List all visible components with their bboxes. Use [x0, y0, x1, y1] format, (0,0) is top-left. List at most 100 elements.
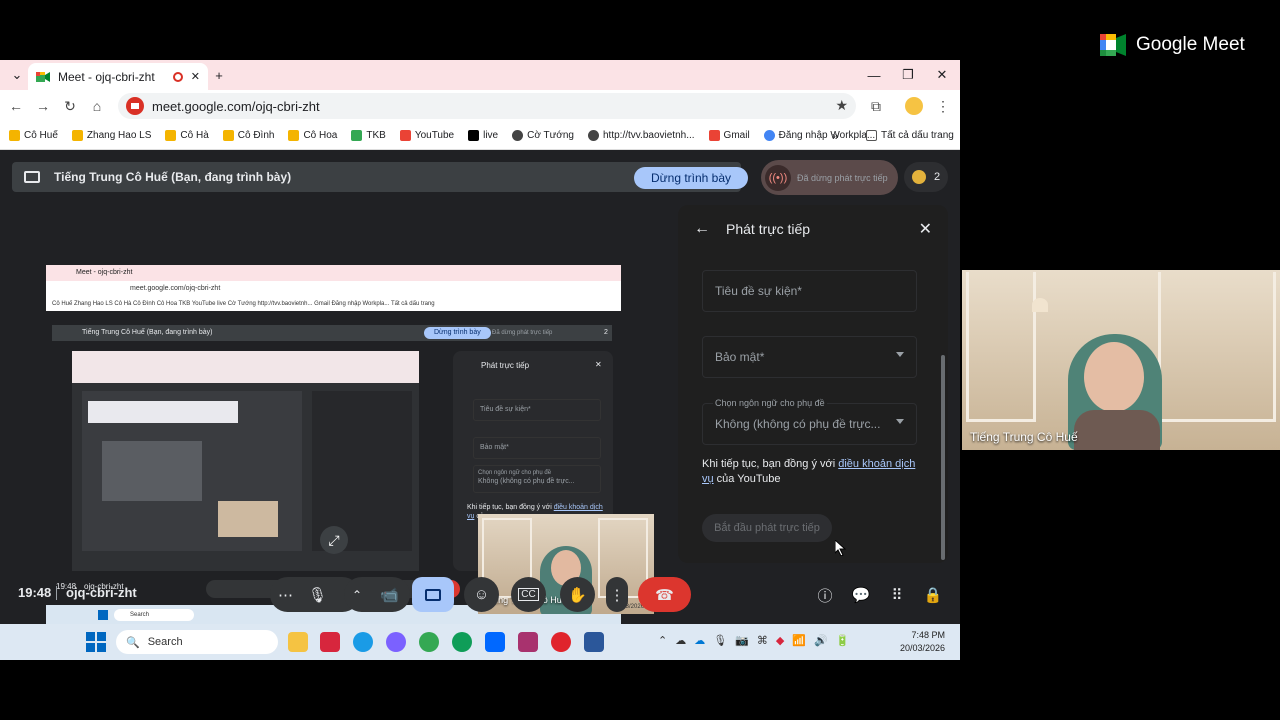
nested-terms-link: điều khoản dịch: [553, 504, 603, 511]
bookmark-item[interactable]: Cô Huế: [9, 130, 58, 141]
recording-indicator-icon: [172, 71, 183, 82]
forward-icon[interactable]: →: [33, 96, 53, 116]
browser-toolbar: ← → ↻ ⌂ meet.google.com/ojq-cbri-zht ★ ⧉…: [0, 90, 960, 122]
close-window-icon[interactable]: ✕: [925, 60, 959, 90]
nested-recursive-screen: [72, 351, 419, 571]
bookmark-item[interactable]: Cô Hoa: [288, 130, 337, 141]
chevron-down-icon: [896, 419, 904, 424]
windows-start-icon[interactable]: [86, 632, 106, 652]
panel-close-icon[interactable]: ✕: [919, 219, 932, 239]
wifi-icon[interactable]: 📶: [792, 634, 806, 647]
chrome-profile-icon[interactable]: [452, 632, 472, 652]
stop-presenting-button[interactable]: Dừng trình bày: [634, 167, 748, 189]
bookmark-item[interactable]: Cờ Tướng: [512, 130, 574, 141]
tab-close-icon[interactable]: ✕: [191, 70, 200, 83]
wps-icon[interactable]: [320, 632, 340, 652]
leave-call-button[interactable]: ☎: [638, 577, 691, 612]
start-streaming-button[interactable]: Bắt đầu phát trực tiếp: [702, 514, 832, 542]
chevron-up-icon[interactable]: ⌃: [352, 588, 362, 602]
chevron-up-icon[interactable]: ⌃: [658, 634, 667, 647]
meeting-info-icon[interactable]: ⓘ: [814, 584, 836, 606]
chrome-icon[interactable]: [419, 632, 439, 652]
bookmark-item[interactable]: Cô Đình: [222, 130, 274, 141]
restore-icon[interactable]: ❐: [891, 60, 925, 90]
captions-button[interactable]: CC: [511, 577, 546, 612]
profile-avatar[interactable]: [904, 96, 924, 116]
reload-icon[interactable]: ↻: [60, 96, 80, 116]
tab-meet[interactable]: Meet - ojq-cbri-zht ✕: [28, 63, 208, 90]
broadcast-icon: ((•)): [765, 164, 791, 191]
app-icon[interactable]: [518, 632, 538, 652]
people-avatars-icon: [911, 170, 926, 184]
bookmark-item[interactable]: TKB: [351, 130, 386, 141]
privacy-select[interactable]: Bảo mật*: [702, 336, 917, 378]
stream-status-chip[interactable]: ((•)) Đã dừng phát trực tiếp: [761, 160, 898, 195]
bookmark-item[interactable]: live: [468, 130, 498, 141]
panel-scrollbar[interactable]: [941, 355, 945, 560]
volume-icon[interactable]: 🔊: [814, 634, 828, 647]
participant-tile[interactable]: Tiếng Trung Cô Huế: [962, 270, 1280, 450]
activities-icon[interactable]: ⠿: [886, 584, 908, 606]
app-tray-icon[interactable]: ◆: [776, 634, 784, 647]
minimize-icon[interactable]: —: [857, 60, 891, 90]
bookmarks-bar: Cô Huế Zhang Hao LS Cô Hà Cô Đình Cô Hoa…: [0, 122, 960, 150]
bookmark-item[interactable]: Đăng nhập Workpla...: [763, 130, 875, 141]
more-options-icon[interactable]: ⋯: [278, 586, 293, 604]
nested-search-box: Search: [114, 609, 194, 621]
system-tray: ⌃ ☁ ☁ 🎙 📷 ⌘ ◆ 📶 🔊 🔋: [658, 634, 849, 647]
home-icon[interactable]: ⌂: [87, 96, 107, 116]
language-icon[interactable]: ⌘: [757, 634, 768, 647]
bookmark-item[interactable]: Zhang Hao LS: [71, 130, 151, 141]
cloud-icon[interactable]: ☁: [675, 634, 686, 647]
nested-start-icon: [98, 610, 108, 620]
nested-caption-value: Không (không có phụ đề trực...: [478, 478, 575, 485]
site-info-icon[interactable]: [126, 97, 144, 115]
bookmark-item[interactable]: http://tvv.baovietnh...: [588, 130, 695, 141]
taskbar-clock[interactable]: 7:48 PM 20/03/2026: [900, 629, 945, 655]
nested-url: meet.google.com/ojq-cbri-zht: [130, 285, 221, 292]
event-title-field[interactable]: Tiêu đề sự kiện*: [702, 270, 917, 312]
bookmark-item[interactable]: Cô Hà: [165, 130, 209, 141]
mic-tray-icon[interactable]: 🎙: [713, 634, 727, 647]
panel-back-icon[interactable]: ←: [694, 220, 710, 238]
opera-icon[interactable]: [551, 632, 571, 652]
nested-bookmarks: Cô Huế Zhang Hao LS Cô Hà Cô Đình Cô Hoa…: [46, 297, 621, 311]
nested-event-title: Tiêu đề sự kiện*: [473, 399, 601, 421]
emoji-icon: ☺: [473, 586, 490, 603]
caption-language-select[interactable]: Chọn ngôn ngữ cho phụ đề Không (không có…: [702, 398, 917, 445]
taskbar-time: 7:48 PM: [911, 630, 946, 640]
present-screen-button[interactable]: [412, 577, 454, 612]
more-vert-button[interactable]: ⋮: [606, 577, 628, 612]
google-meet-brand: Google Meet: [1100, 34, 1245, 56]
emoji-button[interactable]: ☺: [464, 577, 499, 612]
bookmark-item[interactable]: YouTube: [399, 130, 454, 141]
extensions-icon[interactable]: ⧉: [866, 96, 886, 116]
onedrive-icon[interactable]: ☁: [694, 634, 705, 647]
microphone-icon[interactable]: 🎙: [308, 586, 327, 604]
raise-hand-button[interactable]: ✋: [560, 577, 595, 612]
camera-icon[interactable]: 📹: [380, 586, 399, 604]
word-icon[interactable]: [584, 632, 604, 652]
camera-tray-icon[interactable]: 📷: [735, 634, 749, 647]
host-controls-icon[interactable]: 🔒: [922, 584, 944, 606]
taskbar-search[interactable]: 🔍 Search: [116, 630, 278, 654]
edge-icon[interactable]: [353, 632, 373, 652]
file-explorer-icon[interactable]: [288, 632, 308, 652]
people-chip[interactable]: 2: [904, 162, 948, 192]
more-bookmarks-icon[interactable]: »: [832, 129, 839, 143]
presenting-text: Tiếng Trung Cô Huế (Bạn, đang trình bày): [54, 170, 292, 184]
chat-icon[interactable]: 💬: [850, 584, 872, 606]
bookmark-star-icon[interactable]: ★: [835, 97, 848, 114]
back-icon[interactable]: ←: [6, 96, 26, 116]
new-tab-icon[interactable]: +: [202, 60, 236, 90]
zalo-icon[interactable]: [485, 632, 505, 652]
all-bookmarks[interactable]: Tất cả dấu trang: [866, 130, 954, 141]
bookmark-item[interactable]: Gmail: [708, 130, 750, 141]
expand-icon[interactable]: ⤢: [320, 526, 348, 554]
panel-title: Phát trực tiếp: [726, 221, 811, 237]
nested-caption-label: Chọn ngôn ngữ cho phụ đề: [478, 470, 552, 476]
address-bar[interactable]: meet.google.com/ojq-cbri-zht ★: [118, 93, 856, 119]
menu-icon[interactable]: ⋮: [933, 96, 953, 116]
battery-icon[interactable]: 🔋: [836, 634, 850, 647]
copilot-icon[interactable]: [386, 632, 406, 652]
